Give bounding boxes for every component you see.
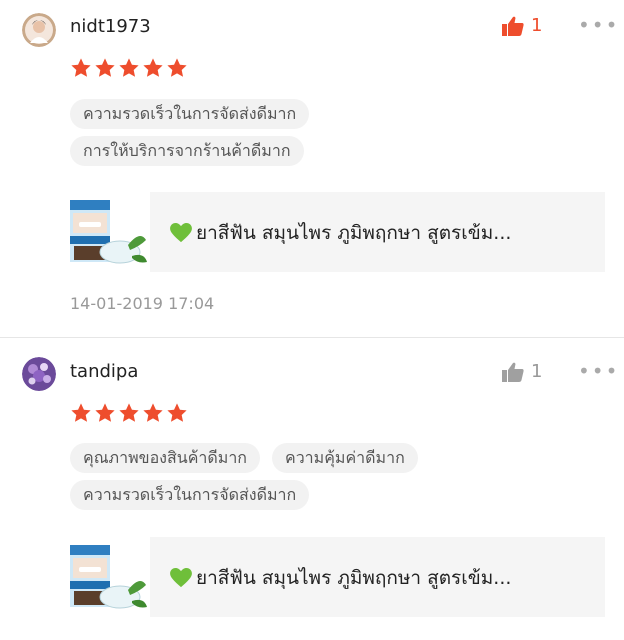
review-date: 14-01-2019 17:04 [70, 294, 215, 313]
review-card: tandipa 1 ••• คุณภาพของสินค้าดีมาก ความคุ… [0, 345, 624, 640]
product-thumbnail [70, 200, 147, 264]
like-count: 1 [531, 15, 543, 36]
more-dots-icon: ••• [578, 13, 620, 37]
like-button[interactable]: 1 [502, 15, 542, 36]
star-icon [95, 403, 115, 422]
review-tag: ความรวดเร็วในการจัดส่งดีมาก [70, 99, 310, 129]
avatar[interactable] [22, 357, 56, 391]
thumbs-up-icon [502, 16, 524, 36]
username[interactable]: tandipa [70, 361, 138, 382]
product-link[interactable]: ยาสีฟัน สมุนไพร ภูมิพฤกษา สูตรเข้ม... [70, 192, 605, 272]
product-link[interactable]: ยาสีฟัน สมุนไพร ภูมิพฤกษา สูตรเข้ม... [70, 537, 605, 617]
product-title-box: ยาสีฟัน สมุนไพร ภูมิพฤกษา สูตรเข้ม... [150, 192, 605, 272]
green-heart-icon [170, 568, 192, 588]
product-title: ยาสีฟัน สมุนไพร ภูมิพฤกษา สูตรเข้ม... [196, 567, 512, 589]
product-title: ยาสีฟัน สมุนไพร ภูมิพฤกษา สูตรเข้ม... [196, 222, 512, 244]
star-icon [143, 58, 163, 77]
green-heart-icon [170, 223, 192, 243]
username[interactable]: nidt1973 [70, 16, 151, 37]
star-icon [71, 58, 91, 77]
star-rating [70, 402, 188, 424]
review-tags: ความรวดเร็วในการจัดส่งดีมาก การให้บริการ… [70, 99, 370, 173]
review-tag: ความรวดเร็วในการจัดส่งดีมาก [70, 480, 310, 510]
thumbs-up-icon [502, 362, 524, 382]
like-button[interactable]: 1 [502, 361, 542, 382]
star-rating [70, 57, 188, 79]
review-tag: การให้บริการจากร้านค้าดีมาก [70, 136, 304, 166]
star-icon [71, 403, 91, 422]
review-card: nidt1973 1 ••• ความรวดเร็วในการจัดส่งดีม… [0, 0, 624, 338]
star-icon [119, 403, 139, 422]
star-icon [167, 58, 187, 77]
star-icon [95, 58, 115, 77]
review-divider [0, 337, 624, 338]
like-count: 1 [531, 361, 543, 382]
review-tag: ความคุ้มค่าดีมาก [271, 443, 418, 473]
review-tags: คุณภาพของสินค้าดีมาก ความคุ้มค่าดีมาก ควา… [70, 443, 490, 517]
star-icon [143, 403, 163, 422]
more-options-button[interactable]: ••• [578, 13, 619, 37]
product-title-box: ยาสีฟัน สมุนไพร ภูมิพฤกษา สูตรเข้ม... [150, 537, 605, 617]
more-dots-icon: ••• [578, 359, 620, 383]
review-tag: คุณภาพของสินค้าดีมาก [70, 443, 260, 473]
product-thumbnail [70, 545, 147, 609]
avatar[interactable] [22, 13, 56, 47]
star-icon [119, 58, 139, 77]
star-icon [167, 403, 187, 422]
more-options-button[interactable]: ••• [578, 359, 619, 383]
